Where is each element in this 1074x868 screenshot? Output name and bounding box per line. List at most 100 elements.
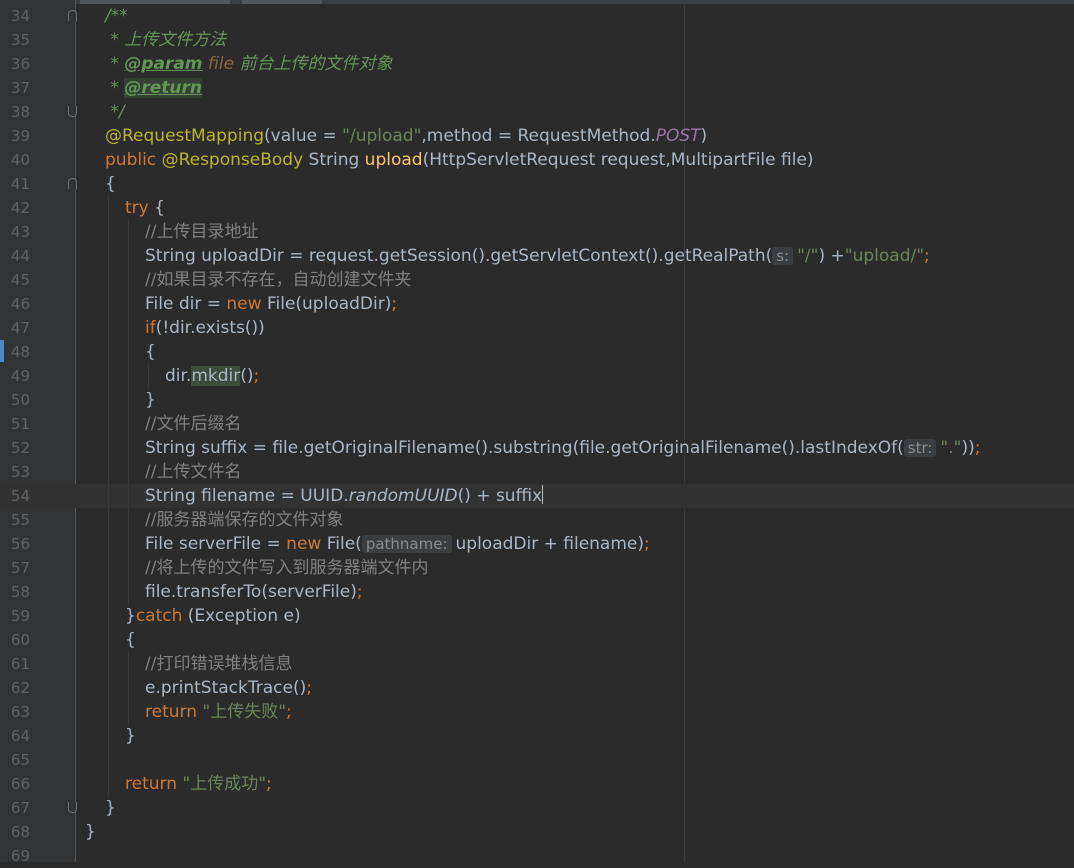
line-number[interactable]: 37 <box>0 78 30 98</box>
code-text[interactable]: return "上传失败"; <box>145 700 292 724</box>
code-line[interactable]: 37 * @return <box>0 76 1074 100</box>
code-text[interactable]: return "上传成功"; <box>125 772 272 796</box>
line-number[interactable]: 63 <box>0 702 30 722</box>
code-text[interactable]: dir.mkdir(); <box>165 364 259 388</box>
line-number[interactable]: 46 <box>0 294 30 314</box>
code-text[interactable]: //文件后缀名 <box>145 412 241 436</box>
code-line[interactable]: 36 * @param file 前台上传的文件对象 <box>0 52 1074 76</box>
code-text[interactable]: { <box>125 628 136 652</box>
code-line[interactable]: 40 public @ResponseBody String upload(Htt… <box>0 148 1074 172</box>
line-number[interactable]: 49 <box>0 366 30 386</box>
fold-toggle-icon[interactable] <box>68 106 77 117</box>
line-number[interactable]: 34 <box>0 6 30 26</box>
line-number[interactable]: 40 <box>0 150 30 170</box>
code-line[interactable]: 67} <box>0 796 1074 820</box>
code-text[interactable]: //打印错误堆栈信息 <box>145 652 292 676</box>
line-number[interactable]: 44 <box>0 246 30 266</box>
code-line[interactable]: 64} <box>0 724 1074 748</box>
code-line[interactable]: 45 //如果目录不存在，自动创建文件夹 <box>0 268 1074 292</box>
code-text[interactable]: //如果目录不存在，自动创建文件夹 <box>145 268 411 292</box>
line-number[interactable]: 39 <box>0 126 30 146</box>
code-text[interactable]: */ <box>105 100 124 124</box>
code-line[interactable]: 54 String filename = UUID.randomUUID() + … <box>0 484 1074 508</box>
code-text[interactable]: file.transferTo(serverFile); <box>145 580 363 604</box>
line-number[interactable]: 35 <box>0 30 30 50</box>
code-text[interactable]: String filename = UUID.randomUUID() + su… <box>145 484 544 508</box>
code-text[interactable]: } <box>145 388 156 412</box>
code-line[interactable]: 60 { <box>0 628 1074 652</box>
fold-toggle-icon[interactable] <box>68 178 77 189</box>
line-number[interactable]: 56 <box>0 534 30 554</box>
code-line[interactable]: 35 * 上传文件方法 <box>0 28 1074 52</box>
code-line[interactable]: 43 //上传目录地址 <box>0 220 1074 244</box>
line-number[interactable]: 52 <box>0 438 30 458</box>
code-line[interactable]: 49 dir.mkdir(); <box>0 364 1074 388</box>
code-text[interactable]: //上传文件名 <box>145 460 241 484</box>
code-line[interactable]: 63 return "上传失败"; <box>0 700 1074 724</box>
code-line[interactable]: 44 String uploadDir = request.getSession(… <box>0 244 1074 268</box>
line-number[interactable]: 60 <box>0 630 30 650</box>
code-text[interactable]: File serverFile = new File(pathname: uplo… <box>145 532 650 556</box>
line-number[interactable]: 67 <box>0 798 30 818</box>
code-line[interactable]: 58 file.transferTo(serverFile); <box>0 580 1074 604</box>
code-text[interactable]: e.printStackTrace(); <box>145 676 312 700</box>
line-number[interactable]: 41 <box>0 174 30 194</box>
code-text[interactable]: * @param file 前台上传的文件对象 <box>105 52 392 76</box>
code-line[interactable]: 68} <box>0 820 1074 844</box>
code-line[interactable]: 39 @RequestMapping(value = "/upload",meth… <box>0 124 1074 148</box>
line-number[interactable]: 69 <box>0 846 30 866</box>
line-number[interactable]: 68 <box>0 822 30 842</box>
line-number[interactable]: 66 <box>0 774 30 794</box>
code-line[interactable]: 42 try { <box>0 196 1074 220</box>
code-line[interactable]: 57 //将上传的文件写入到服务器端文件内 <box>0 556 1074 580</box>
code-text[interactable]: * 上传文件方法 <box>105 28 226 52</box>
code-text[interactable]: * @return <box>105 76 202 100</box>
line-number[interactable]: 45 <box>0 270 30 290</box>
code-text[interactable]: } <box>105 796 116 820</box>
code-text[interactable]: /** <box>105 4 128 28</box>
code-line[interactable]: 48 { <box>0 340 1074 364</box>
code-editor[interactable]: 34/** 35 * 上传文件方法 36 * @param file 前台上传的文件… <box>0 0 1074 865</box>
line-number[interactable]: 43 <box>0 222 30 242</box>
code-line[interactable]: 34 /** <box>0 4 1074 28</box>
line-number[interactable]: 55 <box>0 510 30 530</box>
code-line[interactable]: 38 */ <box>0 100 1074 124</box>
code-text[interactable]: if(!dir.exists()) <box>145 316 265 340</box>
code-text[interactable]: { <box>105 172 116 196</box>
code-line[interactable]: 46 File dir = new File(uploadDir); <box>0 292 1074 316</box>
line-number[interactable]: 47 <box>0 318 30 338</box>
code-text[interactable]: public @ResponseBody String upload(HttpS… <box>105 148 814 172</box>
line-number[interactable]: 48 <box>0 342 30 362</box>
fold-toggle-icon[interactable] <box>68 802 77 813</box>
fold-toggle-icon[interactable] <box>68 10 77 21</box>
code-text[interactable]: String suffix = file.getOriginalFilename… <box>145 436 980 460</box>
code-text[interactable]: String uploadDir = request.getSession().… <box>145 244 930 268</box>
line-number[interactable]: 57 <box>0 558 30 578</box>
code-line[interactable]: 51 //文件后缀名 <box>0 412 1074 436</box>
code-line[interactable]: 56 File serverFile = new File(pathname: up… <box>0 532 1074 556</box>
code-text[interactable]: { <box>145 340 156 364</box>
line-number[interactable]: 61 <box>0 654 30 674</box>
code-text[interactable]: //将上传的文件写入到服务器端文件内 <box>145 556 428 580</box>
line-number[interactable]: 64 <box>0 726 30 746</box>
code-text[interactable]: }catch (Exception e) <box>125 604 301 628</box>
code-line[interactable]: 53 //上传文件名 <box>0 460 1074 484</box>
code-text[interactable]: @RequestMapping(value = "/upload",method… <box>105 124 707 148</box>
code-text[interactable]: } <box>85 820 96 844</box>
code-line[interactable]: 50} <box>0 388 1074 412</box>
code-text[interactable]: //上传目录地址 <box>145 220 258 244</box>
line-number[interactable]: 36 <box>0 54 30 74</box>
line-number[interactable]: 59 <box>0 606 30 626</box>
code-line[interactable]: 61 //打印错误堆栈信息 <box>0 652 1074 676</box>
line-number[interactable]: 42 <box>0 198 30 218</box>
code-line[interactable]: 69 <box>0 844 1074 868</box>
line-number[interactable]: 54 <box>0 486 30 506</box>
code-line[interactable]: 59 }catch (Exception e) <box>0 604 1074 628</box>
line-number[interactable]: 62 <box>0 678 30 698</box>
code-text[interactable]: //服务器端保存的文件对象 <box>145 508 343 532</box>
line-number[interactable]: 58 <box>0 582 30 602</box>
line-number[interactable]: 51 <box>0 414 30 434</box>
code-line[interactable]: 52 String suffix = file.getOriginalFilena… <box>0 436 1074 460</box>
line-number[interactable]: 38 <box>0 102 30 122</box>
code-text[interactable]: try { <box>125 196 165 220</box>
